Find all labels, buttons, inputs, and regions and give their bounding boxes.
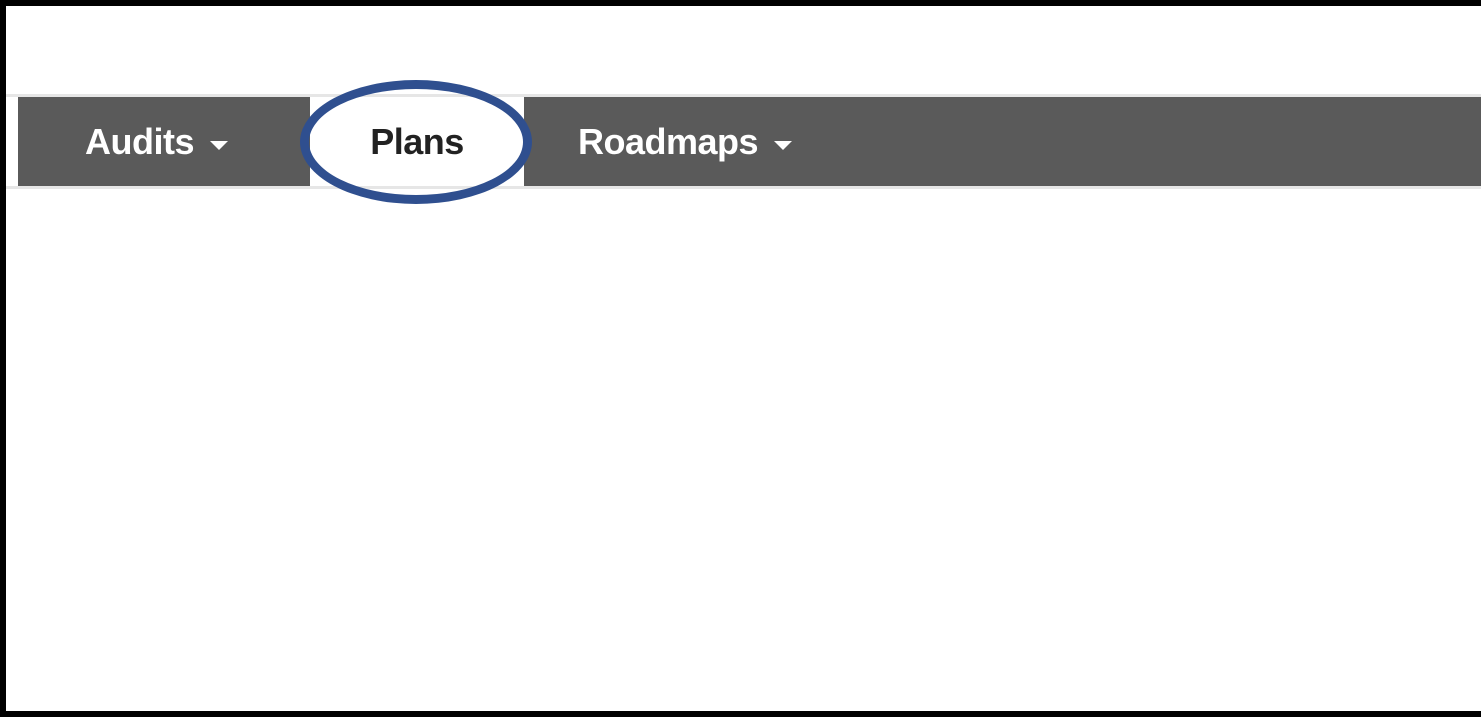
nav-item-plans[interactable]: Plans (310, 97, 524, 186)
nav-item-roadmaps-label: Roadmaps (578, 120, 759, 162)
nav-item-roadmaps[interactable]: Roadmaps (524, 97, 864, 186)
caret-down-icon (774, 141, 793, 150)
caret-down-icon (210, 141, 228, 150)
navbar-bottom-border (6, 186, 1481, 189)
nav-item-audits[interactable]: Audits (18, 97, 310, 186)
nav-item-audits-label: Audits (85, 120, 195, 162)
nav-item-plans-label: Plans (370, 120, 464, 162)
